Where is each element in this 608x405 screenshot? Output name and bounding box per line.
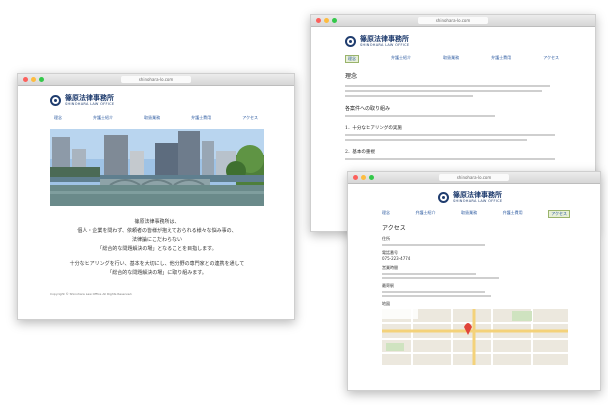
footer-copyright: Copyright © Shinohara Law Office All Rig… — [50, 292, 133, 296]
logo-icon — [50, 94, 61, 106]
site-logo[interactable]: 篠原法律事務所 SHINOHARA LAW OFFICE — [438, 191, 570, 203]
logo-en: SHINOHARA LAW OFFICE — [360, 43, 410, 47]
intro-line: 「総合的な問題解決の場」となることを目指します。 — [97, 246, 217, 252]
logo-jp: 篠原法律事務所 — [360, 34, 409, 43]
text-line — [345, 134, 555, 136]
title-bar: shinohara-lo.com — [18, 74, 294, 86]
address-bar[interactable]: shinohara-lo.com — [121, 76, 191, 83]
logo-en: SHINOHARA LAW OFFICE — [453, 199, 503, 203]
intro-line: 法律論にこだわらない — [132, 237, 182, 243]
section-heading: 各案件への取り組み — [345, 106, 391, 112]
nav-services[interactable]: 取扱業務 — [443, 55, 459, 63]
nav-access[interactable]: アクセス — [242, 115, 258, 121]
logo-jp: 篠原法律事務所 — [65, 93, 114, 102]
logo-en: SHINOHARA LAW OFFICE — [65, 102, 115, 106]
nav-lawyer[interactable]: 弁護士紹介 — [391, 55, 411, 63]
nav-lawyer[interactable]: 弁護士紹介 — [416, 210, 436, 218]
maximize-icon[interactable] — [332, 18, 337, 23]
close-icon[interactable] — [316, 18, 321, 23]
nav-fees[interactable]: 弁護士費用 — [191, 115, 211, 121]
browser-window-home: shinohara-lo.com 篠原法律事務所 SHINOHARA LAW O… — [17, 73, 295, 320]
main-nav: 理念 弁護士紹介 取扱業務 弁護士費用 アクセス — [54, 115, 258, 121]
text-line — [345, 115, 495, 117]
station-value — [382, 291, 486, 293]
nav-philosophy[interactable]: 理念 — [345, 55, 359, 63]
minimize-icon[interactable] — [324, 18, 329, 23]
close-icon[interactable] — [23, 77, 28, 82]
text-line — [345, 139, 527, 141]
address-value — [382, 244, 486, 246]
page-title: 理念 — [345, 73, 358, 80]
intro-line: 篠原法律事務所は、 — [134, 219, 180, 225]
tel-value[interactable]: 075-223-4774 — [382, 256, 570, 261]
site-logo[interactable]: 篠原法律事務所 SHINOHARA LAW OFFICE — [50, 94, 264, 106]
nav-philosophy[interactable]: 理念 — [382, 210, 390, 218]
address-bar[interactable]: shinohara-lo.com — [439, 174, 509, 181]
subsection-heading: 2．基本の重視 — [345, 150, 375, 155]
browser-window-access: shinohara-lo.com 篠原法律事務所 SHINOHARA LAW O… — [347, 171, 601, 391]
body-text-block — [345, 85, 559, 97]
minimize-icon[interactable] — [31, 77, 36, 82]
minimize-icon[interactable] — [361, 175, 366, 180]
station-value — [382, 295, 492, 297]
nav-fees[interactable]: 弁護士費用 — [503, 210, 523, 218]
title-bar: shinohara-lo.com — [348, 172, 600, 184]
nav-services[interactable]: 取扱業務 — [461, 210, 477, 218]
subsection-heading: 1．十分なヒアリングの実施 — [345, 126, 402, 131]
address-label: 住所 — [382, 236, 390, 241]
maximize-icon[interactable] — [39, 77, 44, 82]
hours-label: 営業時間 — [382, 265, 398, 270]
nav-access[interactable]: アクセス — [543, 55, 559, 63]
logo-icon — [345, 35, 356, 47]
nav-fees[interactable]: 弁護士費用 — [491, 55, 511, 63]
title-bar: shinohara-lo.com — [311, 15, 595, 27]
intro-line: 個人・企業を問わず、依頼者の皆様が抱えておられる様々な悩み事の、 — [77, 228, 237, 234]
address-bar[interactable]: shinohara-lo.com — [418, 17, 488, 24]
hours-value — [382, 277, 499, 279]
nav-access[interactable]: アクセス — [548, 210, 570, 218]
text-line — [345, 158, 555, 160]
intro-line: 「総合的な問題解決の場」に取り組みます。 — [107, 270, 207, 276]
map-label: 地図 — [382, 301, 390, 306]
intro-text: 篠原法律事務所は、 個人・企業を問わず、依頼者の皆様が抱えておられる様々な悩み事… — [50, 218, 264, 278]
page-title: アクセス — [382, 225, 406, 232]
intro-line: 十分なヒアリングを行い、基本を大切にし、他分野の専門家との連携を通して — [69, 261, 245, 267]
map-embed[interactable] — [382, 309, 568, 365]
maximize-icon[interactable] — [369, 175, 374, 180]
close-icon[interactable] — [353, 175, 358, 180]
site-logo[interactable]: 篠原法律事務所 SHINOHARA LAW OFFICE — [345, 35, 559, 47]
hours-value — [382, 273, 476, 275]
main-nav: 理念 弁護士紹介 取扱業務 弁護士費用 アクセス — [345, 55, 559, 63]
nav-philosophy[interactable]: 理念 — [54, 115, 62, 121]
nav-lawyer[interactable]: 弁護士紹介 — [93, 115, 113, 121]
logo-icon — [438, 191, 449, 203]
hero-image — [50, 129, 264, 206]
nav-services[interactable]: 取扱業務 — [144, 115, 160, 121]
logo-jp: 篠原法律事務所 — [453, 190, 502, 199]
station-label: 最寄駅 — [382, 283, 394, 288]
main-nav: 理念 弁護士紹介 取扱業務 弁護士費用 アクセス — [382, 210, 570, 218]
